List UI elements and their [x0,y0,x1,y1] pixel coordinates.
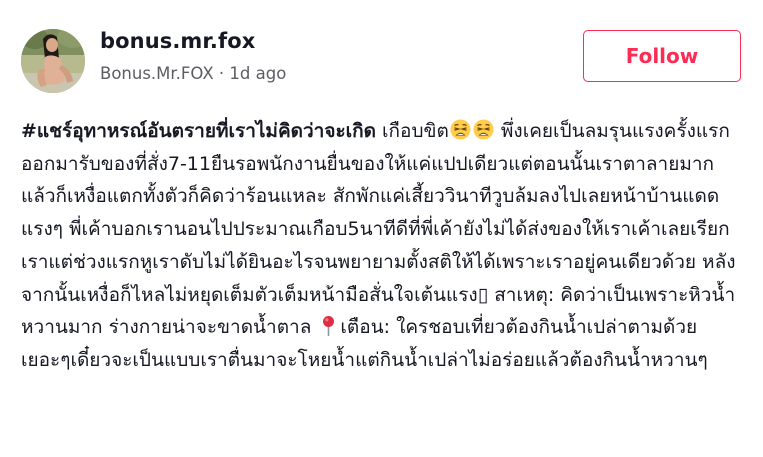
avatar-photo-icon [21,29,85,93]
weary-face-icon [473,119,494,140]
caption-text-2: พึ่งเคยเป็นลมรุนแรงครั้งแรก ออกมารับของท… [21,120,736,306]
display-name[interactable]: Bonus.Mr.FOX [100,64,214,83]
post-header: bonus.mr.fox Bonus.Mr.FOX · 1d ago Follo… [21,27,741,97]
weary-face-icon [450,119,471,140]
post-subline: Bonus.Mr.FOX · 1d ago [100,63,286,85]
follow-button[interactable]: Follow [583,30,741,82]
round-pushpin-icon [318,315,339,337]
username[interactable]: bonus.mr.fox [100,27,286,55]
missing-glyph-icon: ▯ [477,283,489,306]
caption-text-1: เกือบขิต [376,120,449,142]
caption-hashtag[interactable]: #แชร์อุทาหรณ์อันตรายที่เราไม่คิดว่าจะเกิ… [21,120,376,142]
post-timestamp: 1d ago [229,64,287,83]
meta-separator: · [213,64,230,83]
post-caption: #แชร์อุทาหรณ์อันตรายที่เราไม่คิดว่าจะเกิ… [21,115,745,377]
avatar[interactable] [21,29,85,93]
user-meta: bonus.mr.fox Bonus.Mr.FOX · 1d ago [100,27,286,85]
